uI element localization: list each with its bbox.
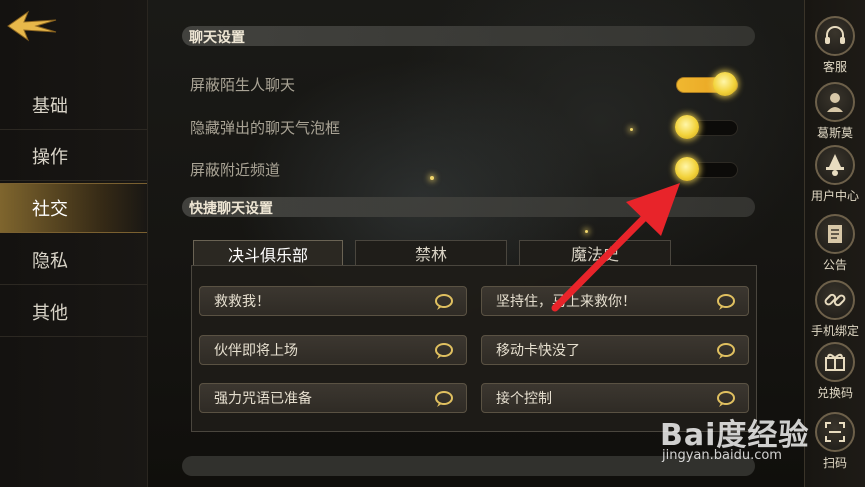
phrase-item[interactable]: 接个控制 (481, 383, 749, 413)
sparkle (630, 128, 633, 131)
character-icon (815, 82, 855, 122)
user-center-button[interactable]: 用户中心 (809, 145, 861, 207)
phrase-item[interactable]: 坚持住，马上来救你！ (481, 286, 749, 316)
link-icon (815, 280, 855, 320)
sparkle (430, 176, 434, 180)
phrase-text: 强力咒语已准备 (214, 391, 312, 407)
nav-label: 社交 (32, 199, 68, 220)
toggle-knob (713, 72, 737, 96)
nav-item-basic[interactable]: 基础 (0, 80, 147, 130)
setting-label: 隐藏弹出的聊天气泡框 (190, 119, 341, 137)
phrase-text: 伙伴即将上场 (214, 343, 298, 359)
announcement-button[interactable]: 公告 (809, 214, 861, 276)
redeem-code-button[interactable]: 兑换码 (809, 342, 861, 404)
phrase-text: 接个控制 (496, 391, 552, 407)
sparkle (585, 230, 588, 233)
phrase-text: 坚持住，马上来救你！ (496, 294, 636, 310)
nav-label: 操作 (32, 146, 68, 168)
sidebar-label: 手机绑定 (810, 324, 859, 338)
chat-bubble-icon (717, 294, 735, 310)
tab-history-of-magic[interactable]: 魔法史 (519, 240, 671, 265)
section-title: 快捷聊天设置 (189, 201, 273, 217)
toggle-hide-bubbles[interactable] (675, 115, 738, 139)
toggle-block-strangers[interactable] (676, 72, 738, 96)
phone-bind-button[interactable]: 手机绑定 (809, 280, 861, 342)
nav-label: 其他 (32, 302, 68, 324)
tab-forbidden-forest[interactable]: 禁林 (355, 240, 507, 265)
sidebar-label: 葛斯莫 (816, 126, 853, 140)
sidebar-label: 兑换码 (816, 386, 853, 400)
nav-item-other[interactable]: 其他 (0, 287, 147, 337)
sidebar-label: 客服 (822, 60, 847, 74)
back-arrow-icon[interactable] (6, 8, 58, 44)
phrase-text: 救救我！ (214, 294, 270, 310)
chat-bubble-icon (435, 391, 453, 407)
nav-label: 隐私 (32, 250, 68, 272)
scroll-icon (815, 214, 855, 254)
phrase-item[interactable]: 移动卡快没了 (481, 335, 749, 365)
toggle-knob (675, 157, 699, 181)
sidebar-label: 用户中心 (810, 189, 859, 203)
chat-bubble-icon (717, 391, 735, 407)
nav-label: 基础 (32, 95, 68, 117)
character-button[interactable]: 葛斯莫 (809, 82, 861, 144)
chat-bubble-icon (435, 343, 453, 359)
baidu-watermark: Bai度经验 jingyan.baidu.com (660, 410, 860, 480)
nav-item-privacy[interactable]: 隐私 (0, 235, 147, 285)
phrase-item[interactable]: 强力咒语已准备 (199, 383, 467, 413)
section-header-chat: 聊天设置 (182, 26, 755, 46)
headset-icon (815, 16, 855, 56)
nav-item-operation[interactable]: 操作 (0, 131, 147, 181)
chat-bubble-icon (435, 294, 453, 310)
section-header-quick-chat: 快捷聊天设置 (182, 197, 755, 217)
phrase-item[interactable]: 救救我！ (199, 286, 467, 316)
section-title: 聊天设置 (189, 30, 245, 46)
left-nav: 基础 操作 社交 隐私 其他 (0, 0, 148, 487)
sidebar-label: 公告 (822, 258, 847, 272)
phrase-text: 移动卡快没了 (496, 343, 580, 359)
watermark-url: jingyan.baidu.com (662, 448, 782, 463)
toggle-block-nearby[interactable] (675, 157, 738, 181)
phrase-item[interactable]: 伙伴即将上场 (199, 335, 467, 365)
nav-item-social[interactable]: 社交 (0, 183, 147, 233)
customer-service-button[interactable]: 客服 (809, 16, 861, 78)
toggle-knob (675, 115, 699, 139)
setting-label: 屏蔽附近频道 (190, 161, 281, 179)
setting-label: 屏蔽陌生人聊天 (190, 76, 296, 94)
wizard-icon (815, 145, 855, 185)
chat-bubble-icon (717, 343, 735, 359)
tab-duel-club[interactable]: 决斗俱乐部 (193, 240, 343, 266)
gift-icon (815, 342, 855, 382)
